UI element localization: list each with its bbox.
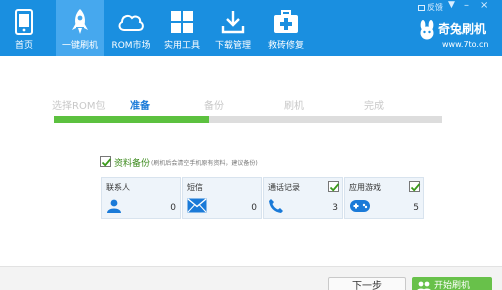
nav-download-manager[interactable]: 下载管理 [210, 0, 256, 56]
step-progress-fill [54, 116, 210, 123]
backup-item-sms[interactable]: 短信 0 [182, 177, 262, 219]
nav-rom-market-label: ROM市场 [111, 41, 151, 51]
feedback-icon [418, 4, 425, 11]
feedback-button[interactable]: 反馈 [418, 2, 443, 13]
backup-item-apps-games[interactable]: 应用游戏 5 [344, 177, 424, 219]
contact-icon [106, 198, 128, 216]
next-step-button[interactable]: 下一步 [328, 277, 406, 290]
backup-item-label: 联系人 [106, 183, 130, 192]
item-checkbox[interactable] [409, 181, 421, 192]
backup-item-contacts[interactable]: 联系人 0 [101, 177, 181, 219]
nav-one-click-flash[interactable]: 一键刷机 [56, 0, 104, 56]
nav-rom-market[interactable]: ROM市场 [108, 0, 154, 56]
backup-checkbox[interactable] [100, 156, 112, 167]
menu-button[interactable]: ▼ [448, 0, 455, 10]
minimize-button[interactable]: – [464, 0, 469, 11]
brand-logo: 奇兔刷机 www.7to.cn [418, 20, 494, 52]
backup-item-label: 通话记录 [268, 183, 300, 192]
phone-icon [8, 6, 40, 38]
step-progress-bar [54, 116, 442, 123]
gamepad-icon [349, 198, 371, 216]
top-navigation-bar: 首页 一键刷机 ROM市场 实用工具 下载管理 救砖修复 反馈 ▼ – × 奇兔… [0, 0, 502, 56]
brand-name: 奇兔刷机 [438, 22, 487, 36]
step-prepare: 准备 [130, 101, 150, 112]
backup-title: 资料备份 [114, 159, 151, 169]
backup-item-call-log[interactable]: 通话记录 3 [263, 177, 343, 219]
step-flash: 刷机 [284, 101, 304, 112]
nav-home[interactable]: 首页 [4, 0, 44, 56]
nav-utilities-label: 实用工具 [163, 41, 200, 51]
backup-item-count: 0 [170, 203, 176, 213]
nav-brick-repair-label: 救砖修复 [267, 41, 304, 51]
close-button[interactable]: × [480, 0, 488, 11]
grid-icon [166, 6, 198, 38]
backup-items: 联系人 0 短信 0 通话记录 3 应用游戏 5 [101, 177, 424, 219]
step-backup: 备份 [204, 101, 224, 112]
medkit-icon [270, 6, 302, 38]
nav-download-manager-label: 下载管理 [214, 41, 251, 51]
step-select-rom: 选择ROM包 [52, 101, 106, 112]
menu-icon: ▼ [448, 0, 455, 10]
backup-note: (刷机后会清空手机原有资料，建议备份) [151, 160, 258, 167]
backup-item-count: 5 [413, 203, 419, 213]
backup-item-label: 短信 [187, 183, 203, 192]
checkmark-icon [329, 183, 340, 192]
backup-item-label: 应用游戏 [349, 183, 381, 192]
checkmark-icon [101, 158, 112, 167]
brand-url: www.7to.cn [442, 40, 489, 49]
cloud-icon [115, 6, 147, 38]
item-checkbox[interactable] [328, 181, 340, 192]
start-flash-label: 开始刷机 [434, 281, 471, 290]
flash-tool-window: 首页 一键刷机 ROM市场 实用工具 下载管理 救砖修复 反馈 ▼ – × 奇兔… [0, 0, 502, 290]
start-flash-button[interactable]: 开始刷机 [412, 277, 492, 290]
envelope-icon [187, 198, 209, 216]
nav-utilities[interactable]: 实用工具 [160, 0, 204, 56]
minimize-icon: – [464, 0, 469, 11]
rabbit-logo-icon [420, 20, 434, 40]
nav-home-label: 首页 [14, 41, 33, 51]
backup-item-count: 3 [332, 203, 338, 213]
rocket-icon [64, 6, 96, 38]
people-icon [417, 281, 431, 290]
nav-one-click-flash-label: 一键刷机 [61, 41, 98, 51]
phone-call-icon [268, 198, 290, 216]
close-icon: × [480, 0, 489, 11]
nav-brick-repair[interactable]: 救砖修复 [262, 0, 310, 56]
download-icon [217, 6, 249, 38]
checkmark-icon [410, 183, 421, 192]
backup-item-count: 0 [251, 203, 257, 213]
feedback-label: 反馈 [427, 3, 443, 12]
step-complete: 完成 [364, 101, 384, 112]
